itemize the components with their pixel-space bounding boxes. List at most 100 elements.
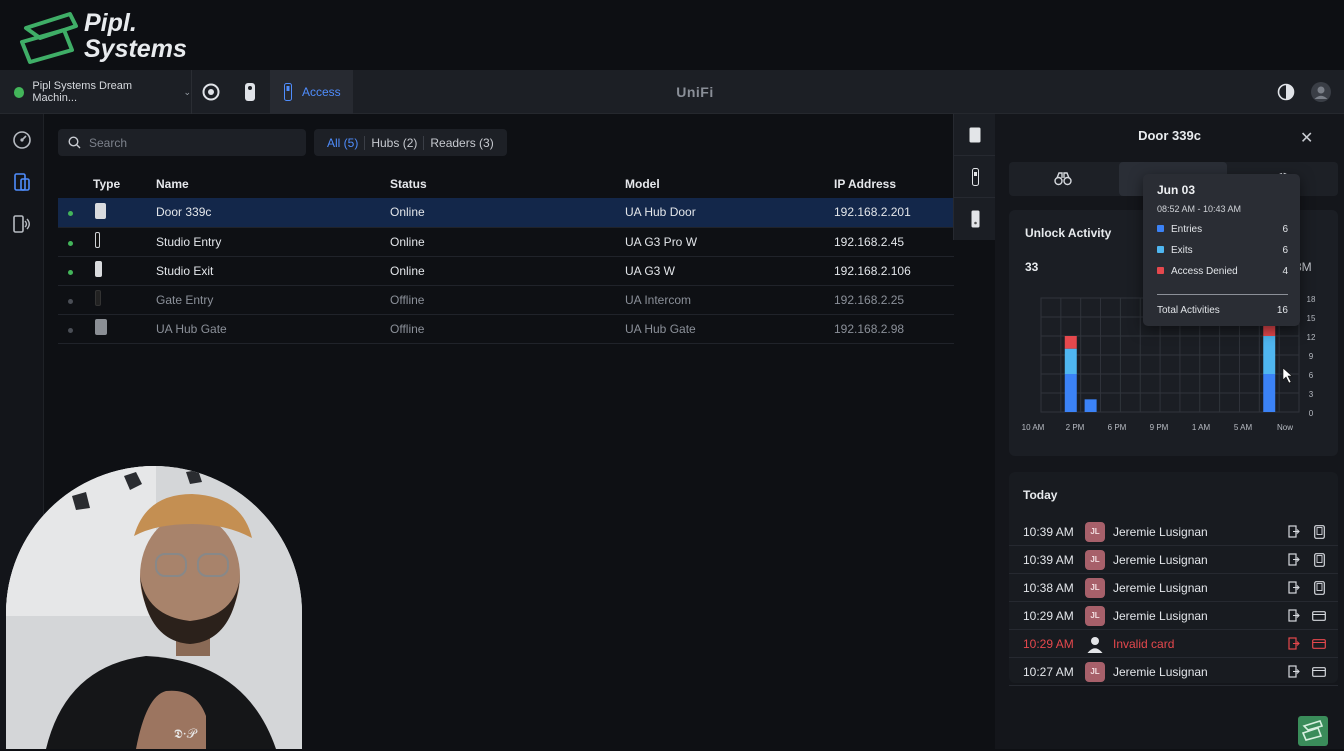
filter-all[interactable]: All (5) (321, 136, 364, 150)
activity-row[interactable]: 10:39 AM JL Jeremie Lusignan (1009, 518, 1338, 546)
model-cell: UA G3 W (625, 256, 834, 286)
activity-user-name: Jeremie Lusignan (1113, 552, 1208, 567)
activity-time: 10:27 AM (1023, 664, 1074, 679)
table-row[interactable]: Gate Entry Offline UA Intercom 192.168.2.25 (58, 285, 954, 315)
y-tick-label: 15 (1307, 314, 1316, 323)
table-row[interactable]: UA Hub Gate Offline UA Hub Gate 192.168.2.9… (58, 314, 954, 344)
activity-row[interactable]: 10:38 AM JL Jeremie Lusignan (1009, 574, 1338, 602)
table-row[interactable]: Door 339c Online UA Hub Door 192.168.2.201 (58, 198, 954, 228)
protect-app-icon[interactable] (192, 70, 230, 114)
reader-device-icon[interactable] (954, 198, 996, 240)
status-dot-cell (58, 198, 93, 228)
dashboard-nav-icon[interactable] (10, 128, 34, 152)
model-cell: UA Hub Door (625, 198, 834, 228)
x-tick-label: 5 AM (1234, 423, 1253, 432)
activity-user-name: Jeremie Lusignan (1113, 664, 1208, 679)
door-exit-icon (1280, 609, 1306, 622)
legend-swatch (1157, 225, 1164, 232)
filter-readers[interactable]: Readers (3) (424, 136, 499, 150)
ip-cell: 192.168.2.98 (834, 314, 954, 344)
today-title: Today (1023, 488, 1058, 502)
top-bar: Pipl Systems Dream Machin... ⌄ Access Un… (0, 70, 1344, 114)
brand-line2: Systems (84, 35, 187, 63)
tooltip-date: Jun 03 (1157, 183, 1196, 197)
reader-pro-device-icon[interactable] (954, 156, 996, 198)
activity-row[interactable]: 10:39 AM JL Jeremie Lusignan (1009, 546, 1338, 574)
status-dot (68, 269, 73, 275)
watermark-logo-icon (1298, 716, 1328, 746)
today-activity-card: Today 10:39 AM JL Jeremie Lusignan 10:39 AM… (1009, 472, 1338, 686)
activity-time: 10:38 AM (1023, 580, 1074, 595)
tooltip-row-label: Access Denied (1157, 266, 1238, 277)
access-log-nav-icon[interactable] (10, 212, 34, 236)
chart-bar-exits[interactable] (1263, 336, 1276, 374)
doorbell-app-icon[interactable] (231, 70, 269, 114)
col-status-dot (58, 170, 93, 198)
search-input[interactable] (89, 135, 289, 150)
activity-time: 10:39 AM (1023, 524, 1074, 539)
name-cell: Gate Entry (156, 285, 390, 315)
activity-row[interactable]: 10:27 AM JL Jeremie Lusignan (1009, 658, 1338, 686)
name-cell: Door 339c (156, 198, 390, 228)
card-unlock-icon (1312, 638, 1326, 649)
close-icon[interactable]: ✕ (1300, 128, 1313, 148)
reader-device-icon (95, 261, 102, 277)
activity-row[interactable]: 10:29 AM Invalid card (1009, 630, 1338, 658)
hub-gate-device-icon (95, 319, 107, 335)
y-tick-label: 0 (1309, 409, 1314, 418)
webcam-overlay: 𝕯·𝒫 (6, 466, 302, 749)
activity-user-name: Jeremie Lusignan (1113, 580, 1208, 595)
col-type[interactable]: Type (93, 170, 156, 198)
avatar: JL (1085, 605, 1105, 626)
col-model[interactable]: Model (625, 170, 834, 198)
model-cell: UA Hub Gate (625, 314, 834, 344)
x-tick-label: 1 AM (1192, 423, 1211, 432)
type-cell (93, 256, 156, 286)
devices-nav-icon[interactable] (10, 170, 34, 194)
type-cell (93, 285, 156, 315)
tooltip-row-value: 6 (1282, 224, 1288, 235)
presenter-image: 𝕯·𝒫 (6, 466, 302, 749)
activity-time: 10:39 AM (1023, 552, 1074, 567)
search-box[interactable] (58, 129, 306, 156)
col-name[interactable]: Name (156, 170, 390, 198)
activity-user-name: Jeremie Lusignan (1113, 524, 1208, 539)
chart-bar-denied[interactable] (1064, 336, 1077, 349)
col-status[interactable]: Status (390, 170, 625, 198)
chart-bar-entries[interactable] (1084, 399, 1097, 412)
card-unlock-icon (1312, 666, 1326, 677)
ip-cell: 192.168.2.106 (834, 256, 954, 286)
site-selector[interactable]: Pipl Systems Dream Machin... ⌄ (0, 70, 192, 114)
tab-access-label: Access (302, 85, 341, 99)
model-cell: UA G3 Pro W (625, 227, 834, 257)
avatar: JL (1085, 661, 1105, 682)
table-row[interactable]: Studio Entry Online UA G3 Pro W 192.168.2.4… (58, 227, 954, 257)
hub-door-device-icon[interactable] (954, 114, 996, 156)
theme-toggle-icon[interactable] (1267, 70, 1305, 114)
panel-title: Door 339c (1138, 128, 1201, 143)
tooltip-row: Entries 6 (1157, 224, 1288, 235)
status-dot-cell (58, 285, 93, 315)
ip-cell: 192.168.2.201 (834, 198, 954, 228)
col-ip[interactable]: IP Address (834, 170, 954, 198)
filter-hubs[interactable]: Hubs (2) (365, 136, 423, 150)
chart-bar-entries[interactable] (1064, 374, 1077, 412)
table-row[interactable]: Studio Exit Online UA G3 W 192.168.2.106 (58, 256, 954, 286)
tab-overview[interactable] (1009, 162, 1117, 196)
status-cell: Online (390, 198, 625, 228)
tooltip-row-value: 4 (1282, 266, 1288, 277)
chart-bar-exits[interactable] (1064, 348, 1077, 374)
user-avatar-icon[interactable] (1302, 70, 1340, 114)
tab-access[interactable]: Access (270, 70, 353, 114)
search-icon (68, 136, 81, 149)
type-cell (93, 198, 156, 228)
avatar: JL (1085, 521, 1105, 542)
activity-row[interactable]: 10:29 AM JL Jeremie Lusignan (1009, 602, 1338, 630)
status-cell: Offline (390, 285, 625, 315)
chart-bar-entries[interactable] (1263, 374, 1276, 412)
unlock-activity-title: Unlock Activity (1025, 226, 1112, 240)
status-dot (68, 240, 73, 246)
ip-cell: 192.168.2.25 (834, 285, 954, 315)
status-dot-cell (58, 227, 93, 257)
activity-user-name: Invalid card (1113, 636, 1175, 651)
